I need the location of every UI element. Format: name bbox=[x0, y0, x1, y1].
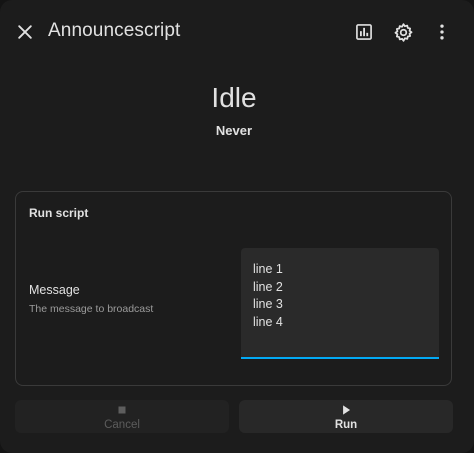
message-textarea[interactable] bbox=[241, 248, 439, 357]
play-icon bbox=[343, 405, 351, 415]
dialog-title: Announcescript bbox=[48, 20, 181, 41]
dialog-header: Announcescript bbox=[0, 0, 474, 64]
run-script-card: Run script Message The message to broadc… bbox=[15, 191, 452, 386]
close-icon bbox=[18, 25, 32, 39]
message-field-label: Message bbox=[29, 283, 80, 297]
card-title: Run script bbox=[29, 206, 89, 220]
message-field-description: The message to broadcast bbox=[29, 303, 154, 315]
settings-button[interactable] bbox=[383, 12, 423, 52]
close-button[interactable] bbox=[5, 12, 45, 52]
overflow-menu-button[interactable] bbox=[422, 12, 462, 52]
script-state: Idle bbox=[211, 82, 257, 113]
cancel-button[interactable]: Cancel bbox=[15, 400, 229, 433]
chart-box-icon bbox=[356, 24, 372, 40]
more-info-dialog: Announcescript Idle Never Run script Mes… bbox=[0, 0, 474, 453]
last-triggered: Never bbox=[215, 123, 253, 138]
run-button[interactable]: Run bbox=[239, 400, 453, 433]
stop-icon bbox=[118, 406, 126, 414]
cancel-label: Cancel bbox=[104, 419, 140, 431]
run-label: Run bbox=[334, 419, 358, 431]
dots-vertical-icon bbox=[440, 24, 444, 40]
gear-icon bbox=[394, 22, 412, 42]
history-button[interactable] bbox=[344, 12, 384, 52]
message-textarea-container bbox=[241, 248, 439, 359]
